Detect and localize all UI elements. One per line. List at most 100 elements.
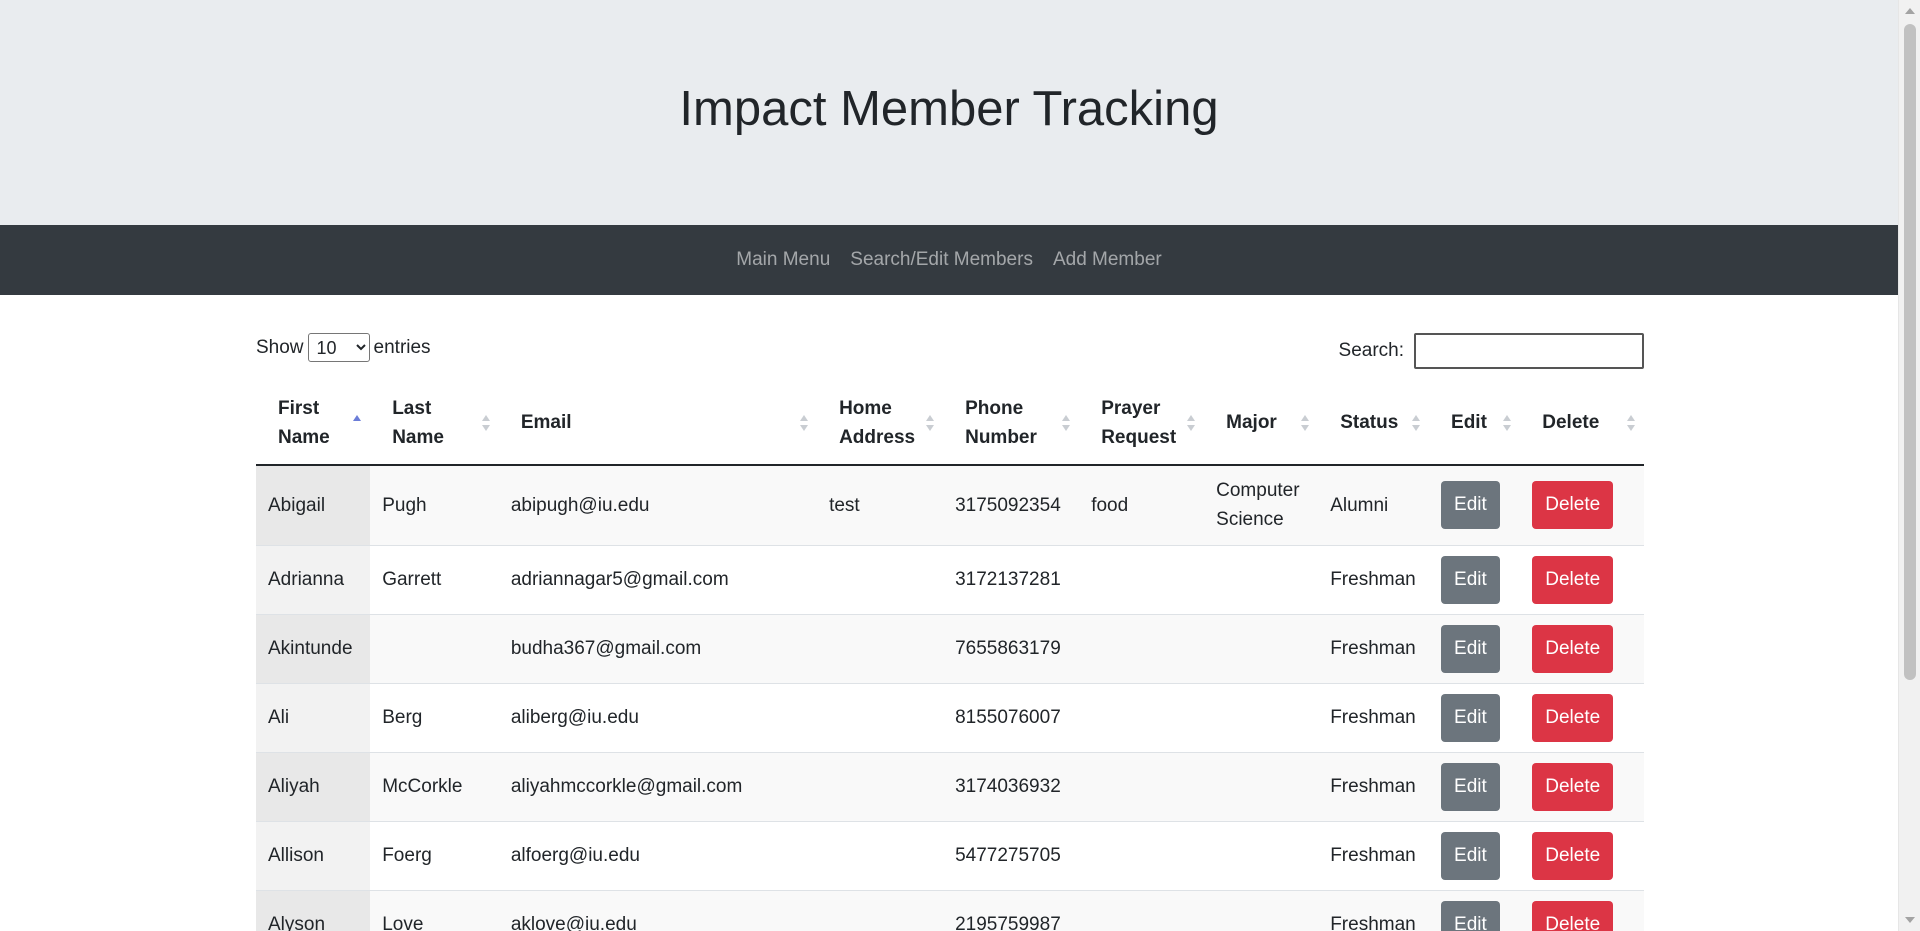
delete-button[interactable]: Delete xyxy=(1532,555,1614,604)
cell-email: abipugh@iu.edu xyxy=(498,465,818,545)
cell-edit: Edit xyxy=(1429,820,1521,890)
column-label: Edit xyxy=(1451,412,1487,433)
cell-delete: Delete xyxy=(1520,465,1644,545)
column-label: First Name xyxy=(278,397,330,448)
cell-phone-number: 7655863179 xyxy=(943,613,1080,683)
column-label: Phone Number xyxy=(965,397,1037,448)
members-table: First Name Last Name Email Home Address … xyxy=(256,381,1644,931)
column-label: Email xyxy=(520,412,572,433)
cell-last-name: Berg xyxy=(370,682,499,752)
edit-button[interactable]: Edit xyxy=(1441,831,1500,880)
scroll-up-arrow-icon[interactable] xyxy=(1905,8,1915,14)
cell-first-name: Adrianna xyxy=(256,544,371,614)
delete-button[interactable]: Delete xyxy=(1532,481,1614,530)
table-row: Allison Foerg alfoerg@iu.edu 5477275705 Fres… xyxy=(256,820,1644,890)
cell-phone-number: 2195759987 xyxy=(943,889,1080,931)
cell-prayer-request: food xyxy=(1079,465,1205,545)
cell-major xyxy=(1204,613,1319,683)
column-header-first-name[interactable]: First Name xyxy=(256,381,371,466)
table-row: Aliyah McCorkle aliyahmccorkle@gmail.com 31… xyxy=(256,751,1644,821)
cell-prayer-request xyxy=(1079,889,1205,931)
cell-last-name: McCorkle xyxy=(370,751,499,821)
sort-ascending-icon xyxy=(352,414,362,431)
cell-status: Freshman xyxy=(1318,544,1430,614)
nav-main-menu[interactable]: Main Menu xyxy=(736,249,830,271)
cell-status: Freshman xyxy=(1318,889,1430,931)
search-control: Search: xyxy=(1339,333,1644,369)
column-header-edit[interactable]: Edit xyxy=(1429,381,1521,466)
column-header-last-name[interactable]: Last Name xyxy=(370,381,499,466)
cell-home-address xyxy=(817,889,944,931)
sort-icon xyxy=(1411,414,1421,431)
cell-status: Freshman xyxy=(1318,613,1430,683)
column-header-prayer-request[interactable]: Prayer Request xyxy=(1079,381,1205,466)
edit-button[interactable]: Edit xyxy=(1441,900,1500,931)
cell-prayer-request xyxy=(1079,544,1205,614)
cell-status: Freshman xyxy=(1318,820,1430,890)
edit-button[interactable]: Edit xyxy=(1441,481,1500,530)
search-label: Search: xyxy=(1338,340,1404,361)
cell-delete: Delete xyxy=(1520,889,1644,931)
cell-phone-number: 3175092354 xyxy=(943,465,1080,545)
cell-prayer-request xyxy=(1079,820,1205,890)
edit-button[interactable]: Edit xyxy=(1441,555,1500,604)
cell-prayer-request xyxy=(1079,613,1205,683)
delete-button[interactable]: Delete xyxy=(1532,900,1614,931)
delete-button[interactable]: Delete xyxy=(1532,762,1614,811)
cell-last-name: Foerg xyxy=(370,820,499,890)
cell-edit: Edit xyxy=(1429,465,1521,545)
edit-button[interactable]: Edit xyxy=(1441,693,1500,742)
cell-major xyxy=(1204,889,1319,931)
cell-email: aklove@iu.edu xyxy=(498,889,818,931)
cell-delete: Delete xyxy=(1520,682,1644,752)
sort-icon xyxy=(1300,414,1310,431)
cell-last-name xyxy=(370,613,499,683)
column-label: Prayer Request xyxy=(1101,397,1177,448)
column-label: Home Address xyxy=(839,397,916,448)
cell-home-address xyxy=(817,613,944,683)
edit-button[interactable]: Edit xyxy=(1441,762,1500,811)
edit-button[interactable]: Edit xyxy=(1441,624,1500,673)
delete-button[interactable]: Delete xyxy=(1532,624,1614,673)
column-header-major[interactable]: Major xyxy=(1204,381,1319,466)
cell-first-name: Akintunde xyxy=(256,613,371,683)
nav-add-member[interactable]: Add Member xyxy=(1053,249,1162,271)
cell-major xyxy=(1204,682,1319,752)
table-header-row: First Name Last Name Email Home Address … xyxy=(256,381,1644,466)
cell-major xyxy=(1204,820,1319,890)
cell-first-name: Ali xyxy=(256,682,371,752)
cell-prayer-request xyxy=(1079,751,1205,821)
cell-home-address xyxy=(817,820,944,890)
cell-phone-number: 3174036932 xyxy=(943,751,1080,821)
cell-last-name: Garrett xyxy=(370,544,499,614)
cell-email: aliyahmccorkle@gmail.com xyxy=(498,751,818,821)
nav-search-edit-members[interactable]: Search/Edit Members xyxy=(850,249,1033,271)
table-row: Ali Berg aliberg@iu.edu 8155076007 Freshman E… xyxy=(256,682,1644,752)
cell-home-address xyxy=(817,544,944,614)
column-header-email[interactable]: Email xyxy=(498,381,818,466)
column-header-status[interactable]: Status xyxy=(1318,381,1430,466)
cell-last-name: Pugh xyxy=(370,465,499,545)
cell-edit: Edit xyxy=(1429,751,1521,821)
cell-edit: Edit xyxy=(1429,682,1521,752)
search-input[interactable] xyxy=(1414,333,1644,369)
table-row: Akintunde budha367@gmail.com 7655863179 Fre… xyxy=(256,613,1644,683)
column-label: Delete xyxy=(1542,412,1600,433)
cell-status: Freshman xyxy=(1318,682,1430,752)
cell-phone-number: 5477275705 xyxy=(943,820,1080,890)
sort-icon xyxy=(481,414,491,431)
vertical-scrollbar[interactable] xyxy=(1898,0,1920,931)
column-label: Last Name xyxy=(392,397,444,448)
scrollbar-thumb[interactable] xyxy=(1904,24,1916,680)
entries-select[interactable]: 10 xyxy=(307,333,370,362)
column-header-delete[interactable]: Delete xyxy=(1520,381,1644,466)
column-header-phone-number[interactable]: Phone Number xyxy=(943,381,1080,466)
cell-email: alfoerg@iu.edu xyxy=(498,820,818,890)
cell-email: aliberg@iu.edu xyxy=(498,682,818,752)
cell-first-name: Alyson xyxy=(256,889,371,931)
column-header-home-address[interactable]: Home Address xyxy=(817,381,944,466)
table-row: Abigail Pugh abipugh@iu.edu test 3175092354 f… xyxy=(256,465,1644,545)
scroll-down-arrow-icon[interactable] xyxy=(1905,917,1915,923)
delete-button[interactable]: Delete xyxy=(1532,831,1614,880)
delete-button[interactable]: Delete xyxy=(1532,693,1614,742)
